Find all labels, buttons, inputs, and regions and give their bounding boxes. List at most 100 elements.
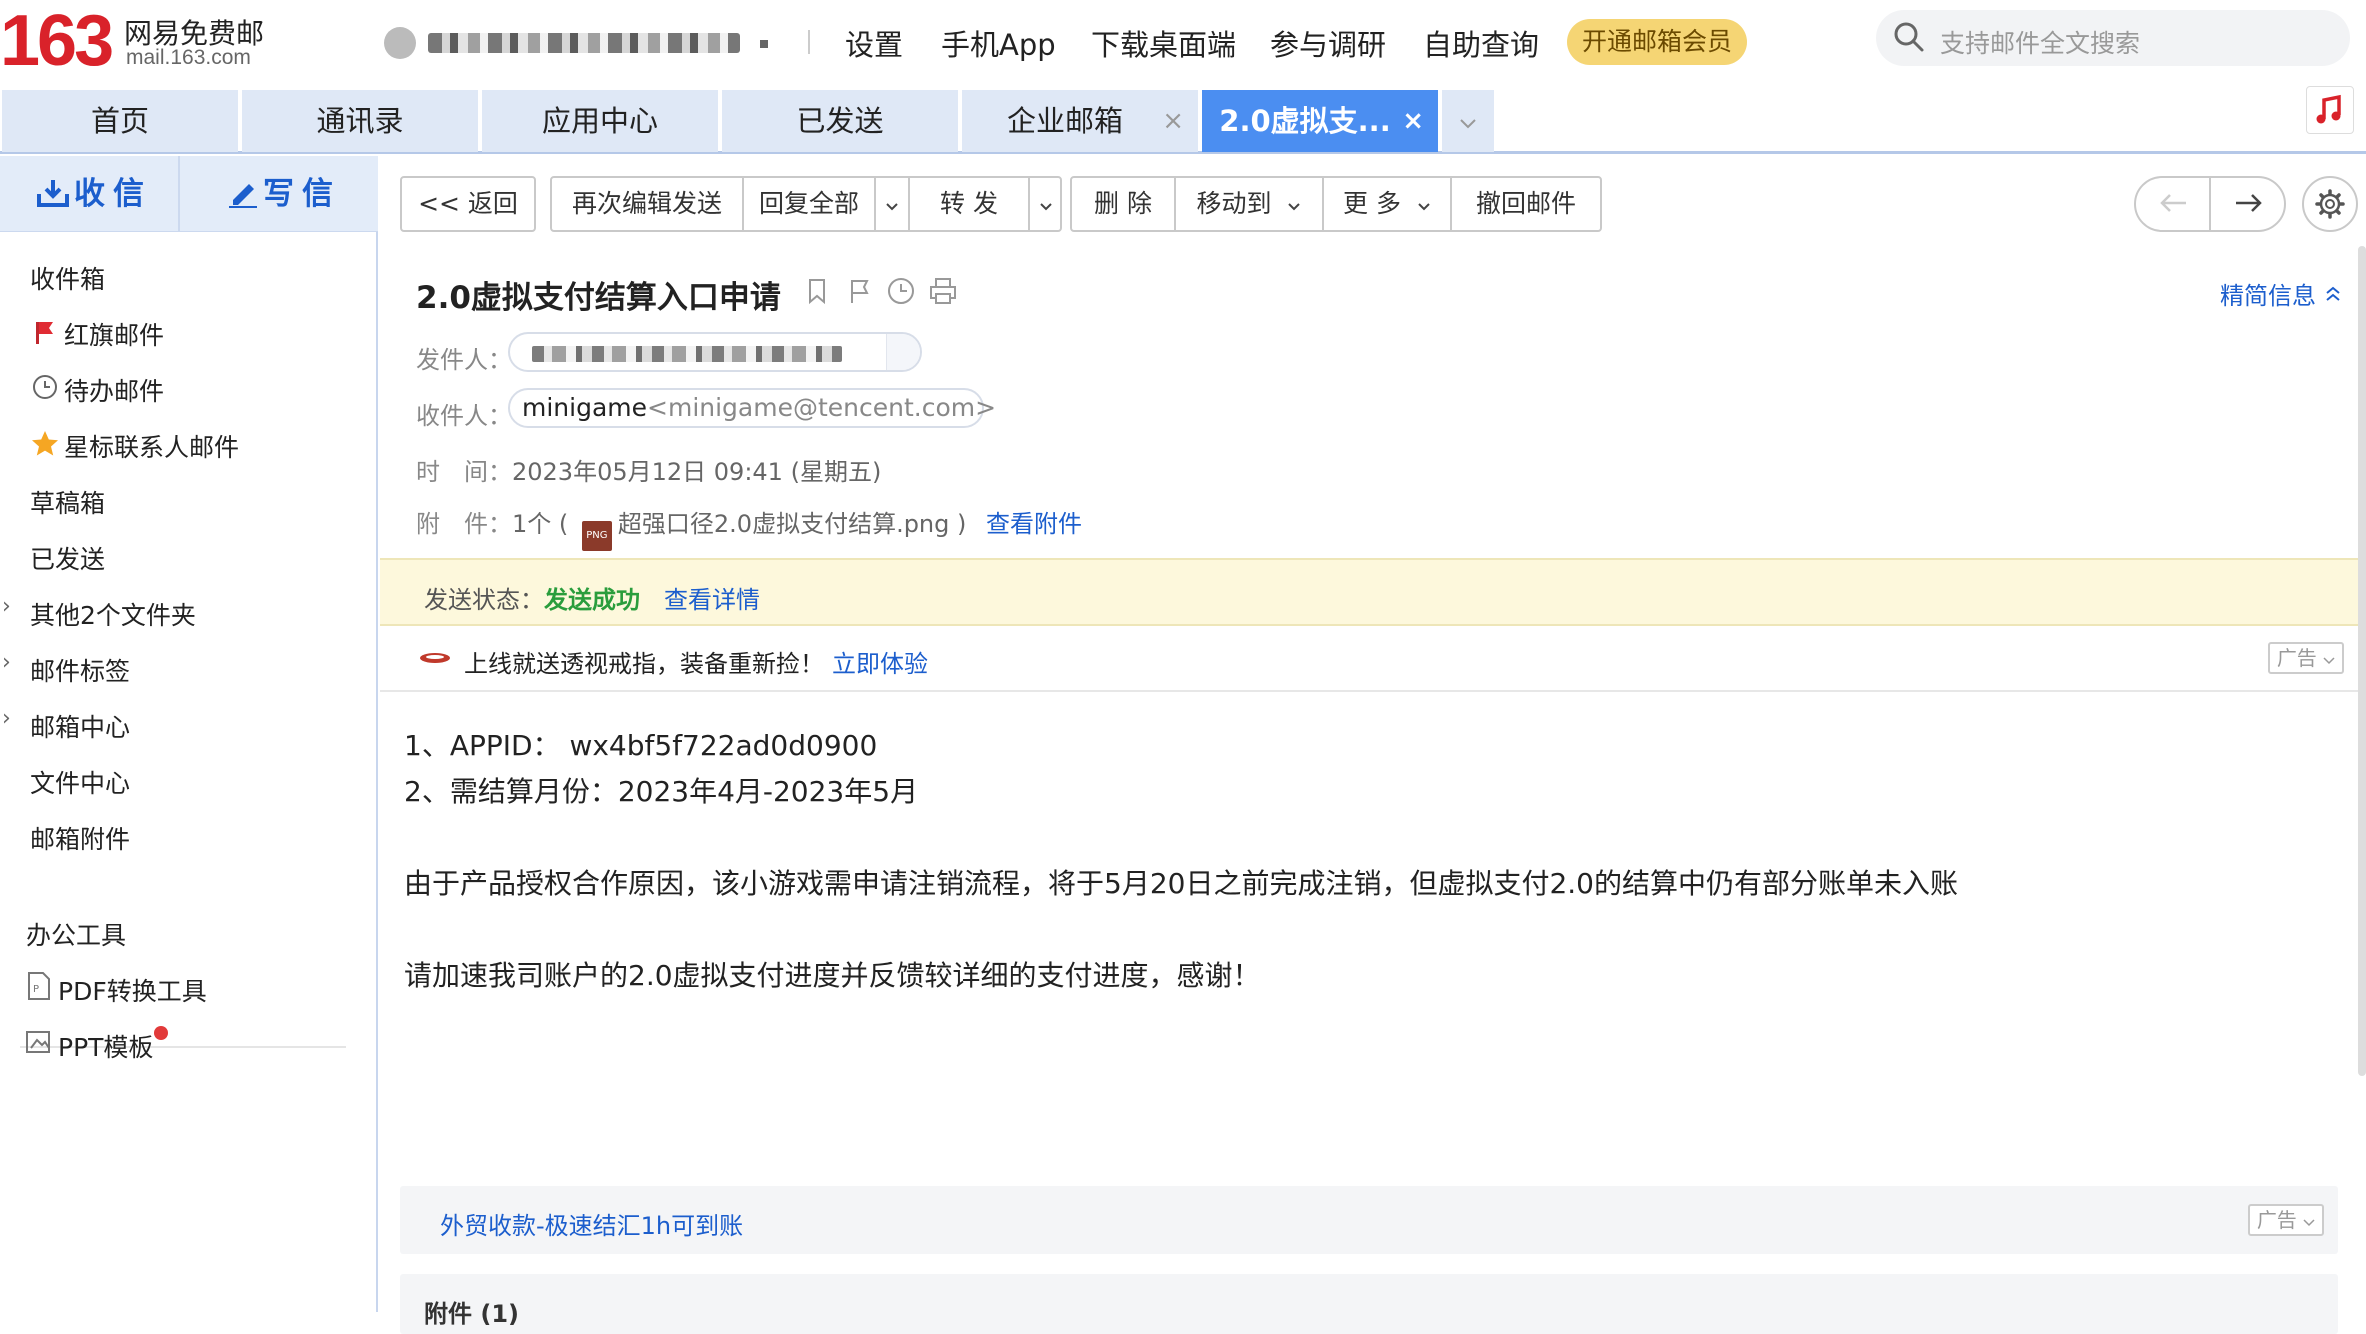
status-detail-link[interactable]: 查看详情: [664, 580, 760, 615]
tab-label: 2.0虚拟支...: [1219, 104, 1391, 138]
download-desktop-link[interactable]: 下载桌面端: [1091, 22, 1236, 64]
sidebar-item-sent[interactable]: 已发送: [30, 540, 105, 576]
sidebar-item-pdf-tool[interactable]: P PDF转换工具: [24, 972, 207, 1008]
body-line-reason: 由于产品授权合作原因，该小游戏需申请注销流程，将于5月20日之前完成注销，但虚拟…: [404, 867, 1958, 900]
sidebar-item-attachments[interactable]: 邮箱附件: [30, 820, 130, 856]
tab-home[interactable]: 首页: [2, 90, 238, 152]
account-name-blurred[interactable]: [384, 24, 784, 60]
chevron-right-icon[interactable]: ›: [2, 650, 11, 675]
tab-enterprise-mail[interactable]: 企业邮箱 ×: [962, 90, 1198, 152]
music-button[interactable]: [2306, 86, 2354, 134]
ad-tag[interactable]: 广告: [2268, 642, 2344, 674]
previous-mail-button[interactable]: [2136, 178, 2211, 230]
chevron-down-icon: [886, 203, 898, 211]
mobile-app-link[interactable]: 手机App: [941, 22, 1056, 64]
settings-link[interactable]: 设置: [845, 22, 903, 64]
sender-label: 发件人：: [416, 346, 512, 374]
sidebar-item-file-center[interactable]: 文件中心: [30, 764, 130, 800]
tab-contacts[interactable]: 通讯录: [242, 90, 478, 152]
sidebar-item-todo[interactable]: 待办邮件: [30, 372, 164, 408]
chevron-down-icon: [1040, 203, 1052, 211]
tab-sent[interactable]: 已发送: [722, 90, 958, 152]
sidebar-item-ppt-template[interactable]: PPT模板: [24, 1028, 153, 1064]
chevron-right-icon[interactable]: ›: [2, 706, 11, 731]
sidebar-item-flagged[interactable]: 红旗邮件: [30, 316, 164, 352]
search-box[interactable]: 支持邮件全文搜索: [1876, 10, 2350, 66]
tab-current-mail[interactable]: 2.0虚拟支... ×: [1202, 90, 1438, 152]
ad-text: 上线就送透视戒指，装备重新捡！: [464, 650, 824, 678]
recipient-email: <minigame@tencent.com>: [647, 393, 997, 422]
tab-app-center[interactable]: 应用中心: [482, 90, 718, 152]
next-mail-button[interactable]: [2211, 178, 2286, 230]
tab-close-icon[interactable]: ×: [1402, 90, 1424, 152]
self-service-link[interactable]: 自助查询: [1423, 22, 1539, 64]
ad-banner: 上线就送透视戒指，装备重新捡！ 立即体验 广告: [380, 626, 2362, 692]
bottom-ad-link[interactable]: 外贸收款-极速结汇1h可到账: [440, 1206, 743, 1241]
delete-button[interactable]: 删 除: [1072, 178, 1176, 230]
recall-button[interactable]: 撤回邮件: [1452, 178, 1600, 230]
sidebar-item-inbox[interactable]: 收件箱: [30, 260, 105, 296]
avatar-icon: [384, 27, 416, 59]
logo-number[interactable]: 163: [0, 2, 114, 80]
view-attachment-link[interactable]: 查看附件: [986, 504, 1082, 539]
more-button[interactable]: 更 多: [1324, 178, 1452, 230]
vip-button[interactable]: 开通邮箱会员: [1567, 19, 1747, 65]
compose-button[interactable]: 写信: [190, 156, 378, 232]
print-icon[interactable]: [928, 276, 958, 306]
clock-icon: [30, 374, 60, 406]
bottom-ad-tag[interactable]: 广告: [2248, 1204, 2324, 1236]
music-note-icon: [2316, 94, 2341, 124]
reedit-send-button[interactable]: 再次编辑发送: [552, 178, 744, 230]
sidebar-item-mail-center[interactable]: 邮箱中心: [30, 708, 130, 744]
receive-button[interactable]: 收信: [0, 156, 188, 232]
header-separator: [808, 30, 810, 54]
forward-button[interactable]: 转 发: [910, 178, 1030, 230]
sidebar-item-label: 红旗邮件: [64, 321, 165, 350]
sidebar-item-starred[interactable]: 星标联系人邮件: [30, 428, 239, 464]
tab-bar: 首页 通讯录 应用中心 已发送 企业邮箱 × 2.0虚拟支... ×: [0, 90, 2366, 154]
top-bar: 163 网易免费邮 mail.163.com 设置 手机App 下载桌面端 参与…: [0, 0, 2366, 84]
sender-chip[interactable]: [508, 332, 922, 372]
flag-icon[interactable]: [844, 276, 874, 306]
account-blur: [428, 33, 740, 53]
tab-dropdown[interactable]: [1442, 90, 1494, 152]
back-button[interactable]: << 返回: [400, 176, 536, 232]
body-line-month: 2、需结算月份：2023年4月-2023年5月: [404, 775, 919, 808]
attachment-info: 1个 ( PNG 超强口径2.0虚拟支付结算.png ): [512, 504, 966, 551]
survey-link[interactable]: 参与调研: [1270, 22, 1386, 64]
tab-label: 已发送: [796, 104, 884, 138]
sidebar-actions: 收信 写信: [0, 156, 378, 232]
forward-dropdown[interactable]: [1030, 178, 1062, 230]
bottom-ad-banner: 外贸收款-极速结汇1h可到账 广告: [400, 1186, 2338, 1254]
reply-all-button[interactable]: 回复全部: [744, 178, 876, 230]
chevron-right-icon[interactable]: ›: [2, 594, 11, 619]
sidebar-item-drafts[interactable]: 草稿箱: [30, 484, 105, 520]
recipient-chip[interactable]: minigame<minigame@tencent.com>: [508, 388, 996, 428]
attachment-filename[interactable]: 超强口径2.0虚拟支付结算.png: [618, 510, 949, 538]
logo-domain[interactable]: mail.163.com: [126, 46, 251, 70]
mail-nav-buttons: [2134, 176, 2286, 232]
sidebar-item-label: PDF转换工具: [58, 977, 207, 1006]
mail-toolbar: << 返回 再次编辑发送 回复全部 转 发 删 除 移动到 更 多 撤回邮件: [380, 156, 2366, 246]
move-to-button[interactable]: 移动到: [1176, 178, 1324, 230]
clock-icon[interactable]: [886, 276, 916, 306]
attachment-label: 附 件：: [416, 510, 512, 538]
sidebar-item-tags[interactable]: 邮件标签: [30, 652, 130, 688]
tab-close-icon[interactable]: ×: [1162, 90, 1184, 152]
red-flag-icon: [30, 320, 60, 350]
sender-expand-icon[interactable]: [886, 334, 920, 370]
time-label: 时 间：: [416, 458, 512, 486]
move-to-label: 移动到: [1196, 189, 1272, 218]
chevron-down-icon: [1288, 203, 1301, 211]
sidebar-item-other-folders[interactable]: 其他2个文件夹: [30, 596, 196, 632]
body-line-appid: 1、APPID： wx4bf5f722ad0d0900: [404, 729, 878, 762]
notification-dot: [154, 1026, 168, 1040]
ad-link[interactable]: 立即体验: [832, 644, 928, 679]
scrollbar[interactable]: [2358, 246, 2366, 1076]
settings-button[interactable]: [2302, 176, 2358, 232]
pdf-file-icon: P: [24, 972, 54, 1006]
chevron-down-icon: [1460, 119, 1476, 129]
reply-all-dropdown[interactable]: [876, 178, 910, 230]
bookmark-icon[interactable]: [802, 276, 832, 306]
brief-info-toggle[interactable]: 精简信息: [2220, 276, 2342, 311]
